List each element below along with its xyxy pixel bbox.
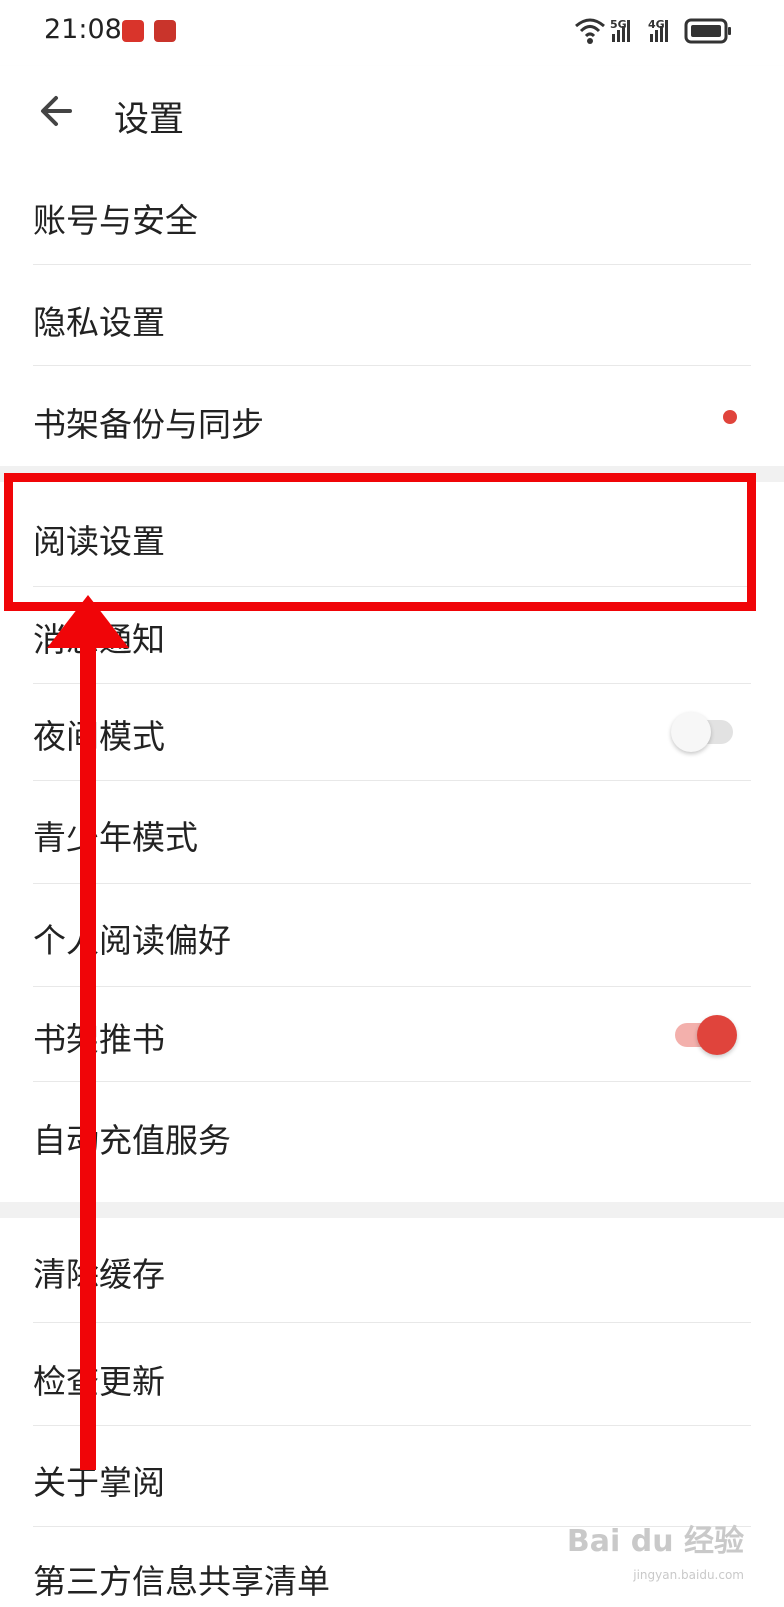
status-time: 21:08 [44,14,122,45]
app-header: 设置 [0,66,784,164]
settings-item-auto-recharge[interactable]: 自动充值服务 [33,1082,751,1186]
settings-item-privacy[interactable]: 隐私设置 [33,265,751,366]
settings-item-check-updates[interactable]: 检查更新 [33,1323,751,1426]
settings-item-label: 关于掌阅 [33,1463,165,1502]
new-indicator-dot [723,410,737,424]
status-bar: 21:08 5G 4G [0,0,784,66]
settings-item-account-security[interactable]: 账号与安全 [33,164,751,265]
settings-item-label: 个人阅读偏好 [33,921,231,960]
toggle-knob [671,712,711,752]
battery-icon [684,18,731,44]
arrow-left-icon [41,96,72,126]
watermark-url: jingyan.baidu.com [633,1568,744,1582]
settings-item-label: 第三方信息共享清单 [33,1562,330,1601]
bookshelf-recommendations-toggle[interactable] [671,1013,737,1057]
settings-item-teen-mode[interactable]: 青少年模式 [33,781,751,884]
settings-item-label: 账号与安全 [33,201,198,240]
settings-item-bookshelf-backup[interactable]: 书架备份与同步 [33,366,751,466]
settings-item-label: 自动充值服务 [33,1121,231,1160]
settings-item-bookshelf-recommendations[interactable]: 书架推书 [33,987,751,1082]
toggle-knob [697,1015,737,1055]
status-icons: 5G 4G [575,18,731,44]
settings-item-label: 清除缓存 [33,1255,165,1294]
settings-item-label: 消息通知 [33,620,165,659]
settings-item-label: 检查更新 [33,1362,165,1401]
annotation-highlight-box [4,473,756,611]
settings-item-label: 青少年模式 [33,818,198,857]
night-mode-toggle[interactable] [671,710,737,754]
back-button[interactable] [36,90,78,132]
wifi-icon [575,18,605,44]
settings-item-label: 夜间模式 [33,717,165,756]
app-notification-icon [122,20,144,42]
settings-item-about[interactable]: 关于掌阅 [33,1426,751,1527]
section-divider [0,1202,784,1218]
settings-item-night-mode[interactable]: 夜间模式 [33,684,751,781]
settings-item-label: 隐私设置 [33,303,165,342]
baidu-jingyan-watermark: Bai du 经验 [566,1524,744,1559]
page-title: 设置 [114,100,185,140]
app-notification-icon [154,20,176,42]
settings-item-label: 书架推书 [33,1020,165,1059]
settings-item-reading-preferences[interactable]: 个人阅读偏好 [33,884,751,987]
settings-item-clear-cache[interactable]: 清除缓存 [33,1218,751,1323]
settings-section-account: 账号与安全 隐私设置 书架备份与同步 [0,164,784,466]
settings-item-label: 书架备份与同步 [33,405,264,444]
